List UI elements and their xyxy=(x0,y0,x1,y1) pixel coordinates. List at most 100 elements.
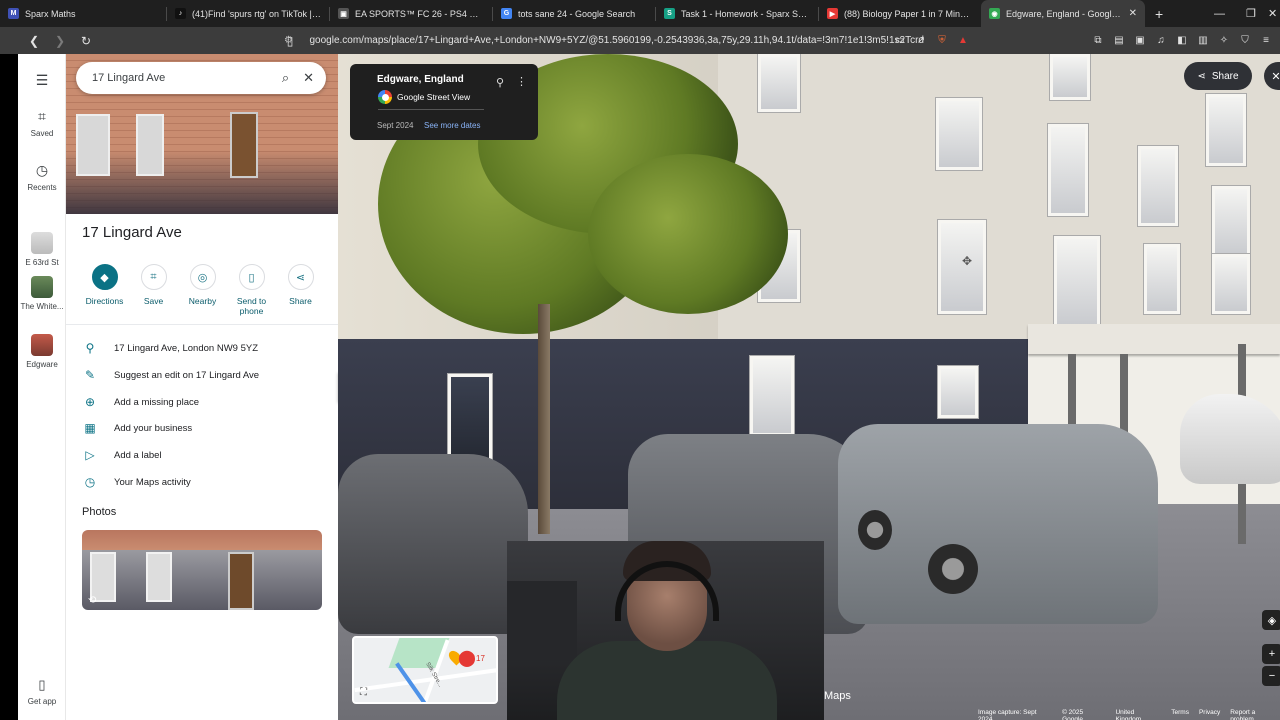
browser-tab[interactable]: ◉ Edgware, England - Google Maps ✕ xyxy=(981,0,1145,27)
saved-button[interactable]: ⌗ Saved xyxy=(18,108,66,138)
zoom-out-button[interactable]: − xyxy=(1262,666,1280,686)
recent-thumbnail xyxy=(31,276,53,298)
see-more-dates-link[interactable]: See more dates xyxy=(424,121,480,130)
send-to-phone-button[interactable]: ▯ Send to phone xyxy=(227,264,276,324)
action-buttons: ◆ Directions ⌗ Save ◎ Nearby ▯ Send to p… xyxy=(80,264,330,324)
maximize-button[interactable]: ❐ xyxy=(1246,0,1256,27)
parked-car-white xyxy=(1180,394,1280,484)
map-pin-label: 17 xyxy=(476,654,485,663)
browser-tab[interactable]: Gtots sane 24 - Google Search xyxy=(493,0,655,27)
label-icon: ▷ xyxy=(85,448,95,462)
capture-date: Sept 2024 xyxy=(377,121,414,130)
url-text: google.com/maps/place/17+Lingard+Ave,+Lo… xyxy=(309,35,924,46)
browser-tab[interactable]: ▶ (88) Biology Paper 1 in 7 Minutes! | E xyxy=(819,0,981,27)
save-button[interactable]: ⌗ Save xyxy=(129,264,178,324)
url-field[interactable]: ⚙ google.com/maps/place/17+Lingard+Ave,+… xyxy=(284,31,924,50)
forward-icon[interactable]: ❯ xyxy=(50,34,70,48)
recent-item-edgware[interactable]: Edgware xyxy=(18,334,66,369)
extensions-icon[interactable]: ⧉ xyxy=(1092,35,1104,47)
search-icon[interactable]: ⌕ xyxy=(282,70,289,86)
building-window xyxy=(1048,124,1088,216)
bookmark-icon: ⌗ xyxy=(38,108,46,124)
clear-search-icon[interactable]: ✕ xyxy=(303,70,314,86)
privacy-link[interactable]: Privacy xyxy=(1199,709,1220,720)
send-to-phone-label: Send to phone xyxy=(236,296,267,316)
music-icon[interactable]: ♫ xyxy=(1155,35,1167,47)
search-value: 17 Lingard Ave xyxy=(92,72,166,84)
nearby-icon: ◎ xyxy=(189,264,216,290)
add-label-row[interactable]: ▷ Add a label xyxy=(82,445,162,465)
share-label: Share xyxy=(1211,70,1239,82)
source-label: Google Street View xyxy=(397,92,471,102)
share-button[interactable]: ⋖ Share xyxy=(276,264,325,324)
street-view-source: Google Street View xyxy=(378,90,470,104)
browser-tab[interactable]: S Task 1 - Homework - Sparx Science xyxy=(656,0,818,27)
minimize-button[interactable]: — xyxy=(1214,0,1225,27)
browser-tab[interactable]: ▣ EA SPORTS™ FC 26 - PS4 & PS5 Gam xyxy=(330,0,492,27)
close-tab-icon[interactable]: ✕ xyxy=(1129,8,1137,19)
mini-map[interactable]: ⬤ 17 Silk Stre... ⛶ xyxy=(352,636,498,704)
compass-icon[interactable]: ◈ xyxy=(1262,610,1280,630)
share-icon: ⋖ xyxy=(287,264,314,290)
recent-label: Edgware xyxy=(26,360,58,369)
more-options-icon[interactable]: ⋮ xyxy=(516,75,527,88)
tab-label: Edgware, England - Google Maps xyxy=(1006,8,1121,19)
menu-button[interactable]: ☰ xyxy=(18,72,66,93)
report-problem-link[interactable]: Report a problem xyxy=(1230,709,1280,720)
add-label-text: Add a label xyxy=(114,449,162,461)
expand-map-icon[interactable]: ⛶ xyxy=(360,687,367,698)
tab-favicon-icon: S xyxy=(664,8,675,19)
reload-icon[interactable]: ↻ xyxy=(76,34,96,48)
street-view[interactable]: ✥ Edgware, England Google Street View Se… xyxy=(338,54,1280,720)
suggest-edit-row[interactable]: ✎ Suggest an edit on 17 Lingard Ave xyxy=(82,365,259,385)
building-window xyxy=(1212,254,1250,314)
maps-activity-row[interactable]: ◷ Your Maps activity xyxy=(82,472,191,492)
recent-thumbnail xyxy=(31,232,53,254)
parked-car xyxy=(338,454,528,634)
tab-label: Task 1 - Homework - Sparx Science xyxy=(681,8,810,19)
site-info-icon[interactable]: ⚙ xyxy=(284,35,295,46)
add-missing-place-row[interactable]: ⊕ Add a missing place xyxy=(82,392,199,412)
directions-button[interactable]: ◆ Directions xyxy=(80,264,129,324)
zoom-in-button[interactable]: + xyxy=(1262,644,1280,664)
get-app-button[interactable]: ▯ Get app xyxy=(18,677,66,706)
browser-tab[interactable]: M Sparx Maths xyxy=(0,0,166,27)
terms-link[interactable]: Terms xyxy=(1171,709,1189,720)
new-tab-button[interactable]: + xyxy=(1155,6,1163,22)
address-row[interactable]: ⚲ 17 Lingard Ave, London NW9 5YZ xyxy=(82,338,258,358)
place-title: 17 Lingard Ave xyxy=(82,224,182,241)
install-icon[interactable]: ▭ xyxy=(894,35,906,47)
add-business-text: Add your business xyxy=(114,422,193,434)
tab-search-icon[interactable]: ▤ xyxy=(1113,35,1125,47)
tab-label: Sparx Maths xyxy=(25,8,76,19)
search-input[interactable]: 17 Lingard Ave ⌕ ✕ xyxy=(76,62,326,94)
sidebar-icon[interactable]: ◧ xyxy=(1176,35,1188,47)
rewards-icon[interactable]: ▲ xyxy=(957,35,969,47)
close-window-button[interactable]: ✕ xyxy=(1268,0,1277,27)
share-page-icon[interactable]: ↗ xyxy=(915,35,927,47)
recent-item-white[interactable]: The White... xyxy=(18,276,66,311)
card-divider xyxy=(378,109,484,110)
location-pin-icon[interactable]: ⚲ xyxy=(496,76,504,89)
brave-shield-icon[interactable]: ⛨ xyxy=(936,35,948,47)
vpn-icon[interactable]: ⛉ xyxy=(1239,35,1251,47)
recent-item-e63rd[interactable]: E 63rd St xyxy=(18,232,66,267)
reading-list-icon[interactable]: ▥ xyxy=(1197,35,1209,47)
back-icon[interactable]: ❮ xyxy=(24,34,44,48)
side-rail: ☰ ⌗ Saved ◷ Recents E 63rd St The White.… xyxy=(18,54,66,720)
leo-icon[interactable]: ✧ xyxy=(1218,35,1230,47)
nearby-button[interactable]: ◎ Nearby xyxy=(178,264,227,324)
recents-button[interactable]: ◷ Recents xyxy=(18,162,66,192)
history-icon: ◷ xyxy=(84,475,96,489)
share-street-view-button[interactable]: ⋖ Share xyxy=(1184,62,1252,90)
photo-thumbnail[interactable]: ⟲ xyxy=(82,530,322,610)
region-link[interactable]: United Kingdom xyxy=(1115,709,1161,720)
menu-icon[interactable]: ≡ xyxy=(1260,35,1272,47)
wallet-icon[interactable]: ▣ xyxy=(1134,35,1146,47)
ground-window xyxy=(750,356,794,436)
nearby-label: Nearby xyxy=(188,296,217,306)
webcam-person-body xyxy=(557,641,777,720)
add-business-row[interactable]: ▦ Add your business xyxy=(82,418,192,438)
browser-tab[interactable]: ♪ (41)Find 'spurs rtg' on TikTok | TikTok xyxy=(167,0,329,27)
maps-watermark: Maps xyxy=(824,690,851,702)
